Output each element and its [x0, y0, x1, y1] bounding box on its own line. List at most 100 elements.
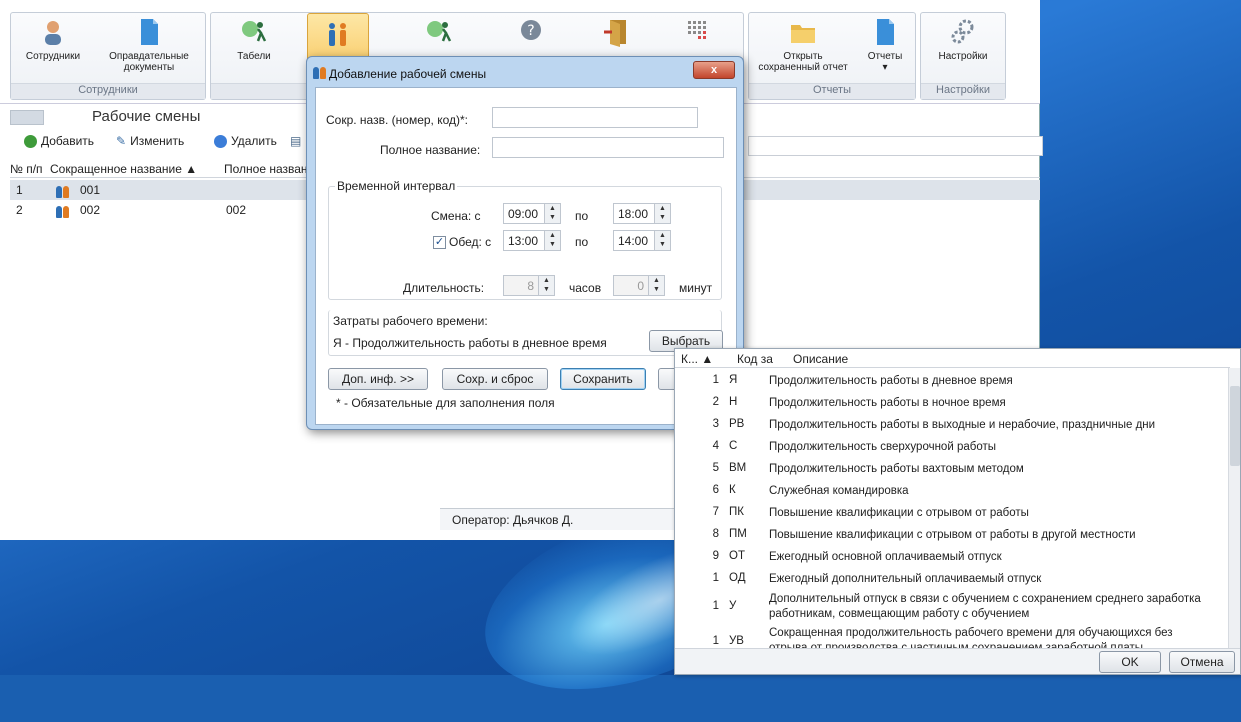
shift-from-spinner[interactable]: 09:00 ▲ ▼	[503, 203, 561, 224]
scroll-thumb[interactable]	[1230, 386, 1240, 466]
item-num: 2	[712, 396, 719, 408]
folder-icon	[791, 25, 815, 43]
save-label: Сохранить	[573, 372, 633, 386]
back-forward-icon[interactable]	[10, 110, 44, 125]
question-icon: ?	[521, 20, 541, 40]
settings-button[interactable]: Настройки	[929, 17, 997, 62]
save-reset-button[interactable]: Сохр. и сброс	[442, 368, 548, 390]
item-desc: Ежегодный основной оплачиваемый отпуск	[769, 551, 1002, 563]
shift-to-spinner[interactable]: 18:00 ▲ ▼	[613, 203, 671, 224]
item-desc: Повышение квалификации с отрывом от рабо…	[769, 507, 1029, 519]
short-name-input[interactable]	[492, 107, 698, 128]
employees-button[interactable]: Сотрудники	[23, 17, 83, 62]
lunch-from-value: 13:00	[508, 234, 539, 248]
close-button[interactable]: x	[693, 61, 735, 79]
row-short: 001	[80, 183, 101, 197]
edit-label: Изменить	[130, 134, 185, 148]
timesheets-button[interactable]: Табели	[219, 17, 289, 62]
list-item[interactable]: 1 ОД Ежегодный дополнительный оплачиваемый…	[675, 569, 1230, 589]
print-button[interactable]: ▤	[290, 134, 301, 148]
item-desc: Продолжительность работы в выходные и не…	[769, 419, 1156, 431]
col-header-full[interactable]: Полное назван	[224, 162, 308, 176]
item-num: 5	[712, 462, 719, 474]
save-button[interactable]: Сохранить	[560, 368, 646, 390]
lunch-from-spinner[interactable]: 13:00 ▲ ▼	[503, 230, 561, 251]
more-info-label: Доп. инф. >>	[342, 372, 414, 386]
filter-input[interactable]	[748, 136, 1043, 156]
col-header-short[interactable]: Сокращенное название ▲	[50, 162, 197, 176]
shift-from-value: 09:00	[508, 207, 539, 221]
list-item[interactable]: 4 С Продолжительность сверхурочной работы	[675, 437, 1230, 457]
spinner-arrows-icon[interactable]: ▲ ▼	[544, 204, 560, 223]
minutes-label: минут	[679, 281, 713, 295]
reports-button[interactable]: Отчеты ▾	[857, 17, 913, 73]
help-button[interactable]: ?	[501, 17, 561, 51]
list-item[interactable]: 1 У Дополнительный отпуск в связи с обучен…	[675, 591, 1230, 623]
edit-button[interactable]: ✎ Изменить	[116, 134, 184, 148]
list-item[interactable]: 7 ПК Повышение квалификации с отрывом от р…	[675, 503, 1230, 523]
employees-button-label: Сотрудники	[25, 51, 81, 62]
item-code: К	[729, 484, 736, 496]
spinner-arrows-icon: ▲ ▼	[648, 276, 664, 295]
schedule-button[interactable]	[409, 17, 469, 51]
item-code: Н	[729, 396, 738, 408]
spinner-arrows-icon[interactable]: ▲ ▼	[654, 204, 670, 223]
list-item[interactable]: 5 ВМ Продолжительность работы вахтовым мет…	[675, 459, 1230, 479]
delete-button[interactable]: Удалить	[214, 134, 277, 148]
list-item[interactable]: 9 ОТ Ежегодный основной оплачиваемый отпус…	[675, 547, 1230, 567]
cancel-button[interactable]: Отмена	[1169, 651, 1235, 673]
item-num: 6	[712, 484, 719, 496]
item-num: 7	[712, 506, 719, 518]
lunch-checkbox[interactable]: ✓	[433, 236, 446, 249]
item-num: 3	[712, 418, 719, 430]
lunch-label: Обед: с	[449, 235, 492, 249]
ok-button[interactable]: OK	[1099, 651, 1161, 673]
item-desc: Продолжительность сверхурочной работы	[769, 441, 997, 453]
hours-spinner: 8 ▲ ▼	[503, 275, 555, 296]
col-header-num[interactable]: К... ▲	[681, 352, 713, 366]
popup-footer: OK Отмена	[675, 648, 1240, 674]
item-num: 1	[712, 572, 719, 584]
exit-button[interactable]	[587, 17, 647, 51]
dialog-titlebar: Добавление рабочей смены x	[307, 57, 743, 85]
item-desc: Дополнительный отпуск в связи с обучение…	[769, 593, 1201, 620]
document-icon	[877, 19, 894, 45]
minutes-value: 0	[637, 279, 644, 293]
spinner-arrows-icon[interactable]: ▲ ▼	[654, 231, 670, 250]
item-desc: Служебная командировка	[769, 485, 909, 497]
lunch-to-spinner[interactable]: 14:00 ▲ ▼	[613, 230, 671, 251]
ribbon-group-caption: Настройки	[921, 83, 1005, 99]
item-num: 8	[712, 528, 719, 540]
required-note: * - Обязательные для заполнения поля	[336, 396, 555, 410]
col-header-desc[interactable]: Описание	[793, 352, 848, 366]
list-item[interactable]: 2 Н Продолжительность работы в ночное врем…	[675, 393, 1230, 413]
col-header-code[interactable]: Код за	[737, 352, 773, 366]
list-item[interactable]: 6 К Служебная командировка	[675, 481, 1230, 501]
list-item[interactable]: 1 Я Продолжительность работы в дневное вре…	[675, 371, 1230, 391]
popup-scrollbar[interactable]	[1228, 368, 1240, 648]
shift-to-value: 18:00	[618, 207, 649, 221]
add-button[interactable]: Добавить	[24, 134, 94, 148]
gears-icon	[951, 19, 974, 44]
grid-icon	[688, 21, 706, 39]
printer-icon: ▤	[290, 134, 302, 148]
people-icon	[313, 67, 327, 83]
settings-label: Настройки	[938, 51, 988, 62]
work-time-codes-popup: К... ▲ Код за Описание 1 Я Продолжительнос…	[674, 348, 1241, 675]
add-label: Добавить	[41, 134, 95, 148]
item-num: 9	[712, 550, 719, 562]
more-info-button[interactable]: Доп. инф. >>	[328, 368, 428, 390]
item-desc: Продолжительность работы вахтовым методо…	[769, 463, 1024, 475]
col-header-num[interactable]: № п/п	[10, 162, 43, 176]
list-item[interactable]: 3 РВ Продолжительность работы в выходные и…	[675, 415, 1230, 435]
cost-group: Затраты рабочего времени: Я - Продолжите…	[328, 310, 723, 356]
item-code: Я	[729, 374, 738, 386]
open-saved-report-button[interactable]: Открыть сохраненный отчет	[753, 17, 853, 73]
justification-docs-button[interactable]: Оправдательные документы	[99, 17, 199, 73]
reports-label: Отчеты	[867, 51, 903, 62]
grid-button[interactable]	[667, 17, 727, 51]
item-num: 4	[712, 440, 719, 452]
full-name-input[interactable]	[492, 137, 724, 158]
list-item[interactable]: 8 ПМ Повышение квалификации с отрывом от р…	[675, 525, 1230, 545]
spinner-arrows-icon[interactable]: ▲ ▼	[544, 231, 560, 250]
